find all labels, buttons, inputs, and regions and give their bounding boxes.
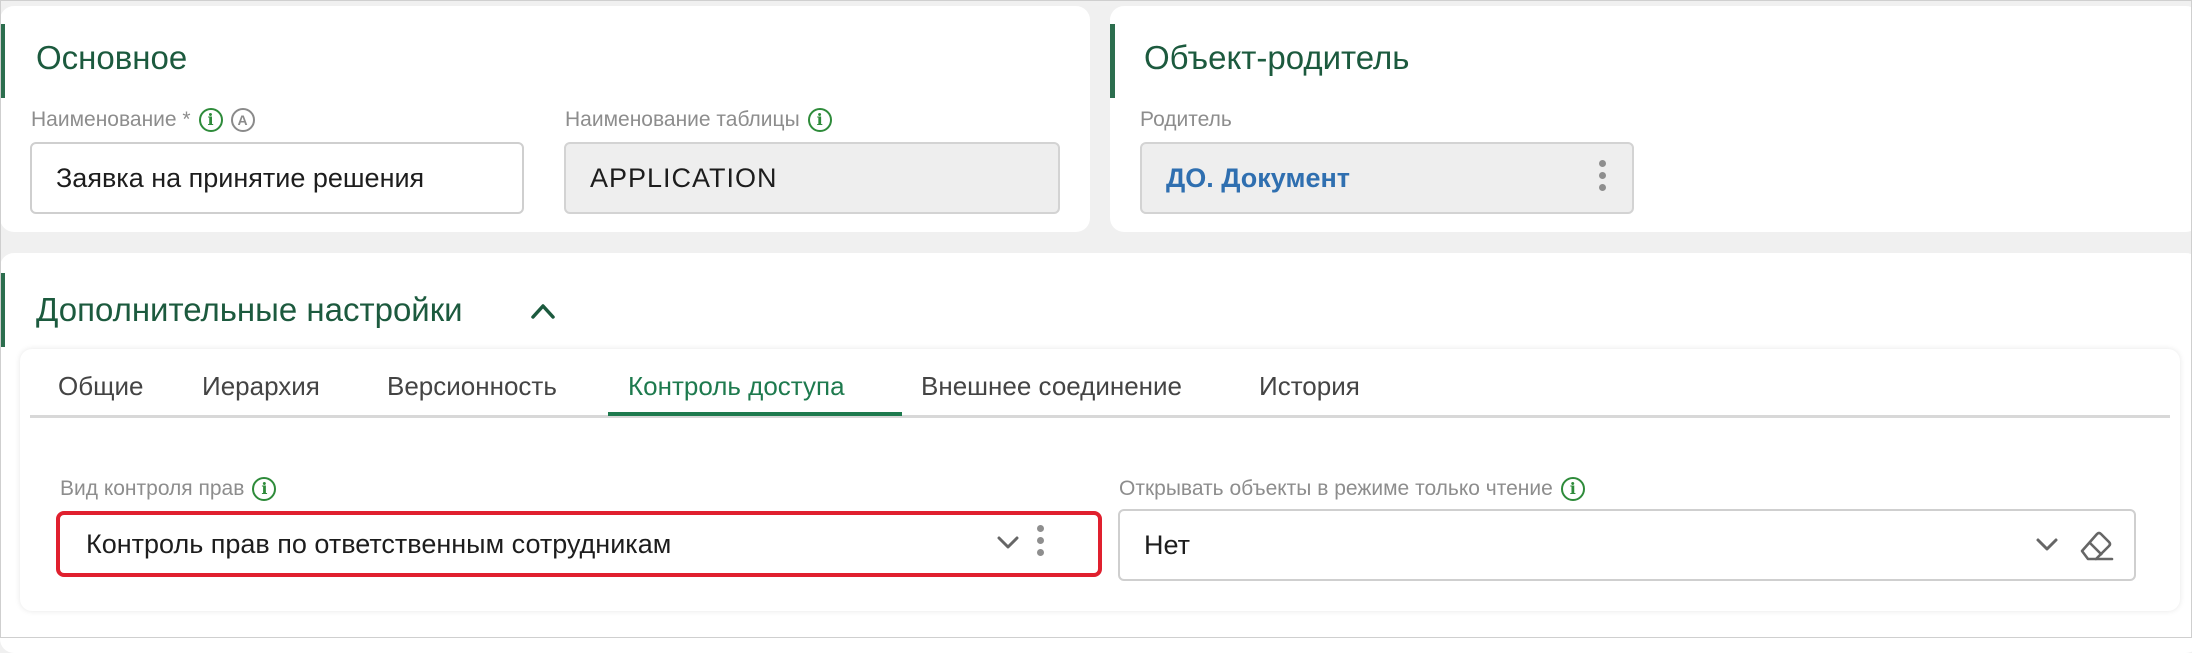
- info-icon[interactable]: i: [198, 108, 223, 132]
- readonly-field-label: Открывать объекты в режиме только чтение…: [1119, 477, 1585, 501]
- basic-card: Основное Наименование * i A Заявка на пр…: [0, 6, 1090, 232]
- extra-card-accent: [0, 273, 5, 347]
- parent-card: Объект-родитель Родитель ДО. Документ: [1110, 6, 2192, 232]
- readonly-select[interactable]: Нет: [1118, 509, 2136, 581]
- chevron-down-icon[interactable]: [2035, 537, 2059, 553]
- readonly-select-value: Нет: [1144, 529, 1190, 560]
- tab-access-control[interactable]: Контроль доступа: [628, 371, 845, 402]
- table-name-field-label: Наименование таблицы i: [565, 108, 832, 132]
- kebab-menu-icon[interactable]: [1036, 525, 1044, 556]
- readonly-label-text: Открывать объекты в режиме только чтение: [1119, 477, 1553, 500]
- tab-versioning[interactable]: Версионность: [387, 371, 557, 402]
- parent-section-title: Объект-родитель: [1144, 39, 1410, 76]
- name-input[interactable]: Заявка на принятие решения: [30, 142, 524, 214]
- tab-external-connection[interactable]: Внешнее соединение: [921, 371, 1182, 402]
- name-label-text: Наименование *: [31, 108, 191, 131]
- tabs-bar: Общие Иерархия Версионность Контроль дос…: [30, 349, 2170, 418]
- parent-label-text: Родитель: [1140, 108, 1232, 131]
- tab-hierarchy[interactable]: Иерархия: [202, 371, 320, 402]
- chevron-up-icon[interactable]: [530, 301, 556, 321]
- name-field-label: Наименование * i A: [31, 108, 255, 132]
- auto-fill-icon[interactable]: A: [230, 108, 255, 132]
- parent-input-value[interactable]: ДО. Документ: [1142, 163, 1350, 194]
- eraser-icon[interactable]: [2078, 527, 2114, 563]
- info-icon[interactable]: i: [807, 108, 832, 132]
- table-name-label-text: Наименование таблицы: [565, 108, 800, 131]
- tab-general[interactable]: Общие: [58, 371, 144, 402]
- basic-section-title: Основное: [36, 39, 188, 76]
- chevron-down-icon[interactable]: [996, 535, 1020, 551]
- table-name-input: APPLICATION: [564, 142, 1060, 214]
- parent-input[interactable]: ДО. Документ: [1140, 142, 1634, 214]
- info-icon[interactable]: i: [1560, 477, 1585, 501]
- basic-card-accent: [0, 24, 5, 98]
- kebab-menu-icon[interactable]: [1598, 160, 1606, 191]
- rights-select[interactable]: Контроль прав по ответственным сотрудник…: [60, 515, 1098, 573]
- extra-inner-panel: Общие Иерархия Версионность Контроль дос…: [20, 349, 2180, 611]
- info-icon[interactable]: i: [252, 477, 277, 501]
- tab-history[interactable]: История: [1259, 371, 1360, 402]
- extra-section-title[interactable]: Дополнительные настройки: [36, 291, 463, 329]
- table-name-input-value: APPLICATION: [590, 162, 778, 193]
- active-tab-underline: [608, 412, 902, 416]
- rights-label-text: Вид контроля прав: [60, 477, 245, 500]
- extra-settings-card: Дополнительные настройки Общие Иерархия …: [0, 253, 2192, 653]
- rights-select-value: Контроль прав по ответственным сотрудник…: [86, 528, 672, 559]
- parent-field-label: Родитель: [1140, 108, 1232, 132]
- parent-card-accent: [1110, 24, 1115, 98]
- rights-field-label: Вид контроля прав i: [60, 477, 277, 501]
- name-input-value: Заявка на принятие решения: [56, 162, 425, 193]
